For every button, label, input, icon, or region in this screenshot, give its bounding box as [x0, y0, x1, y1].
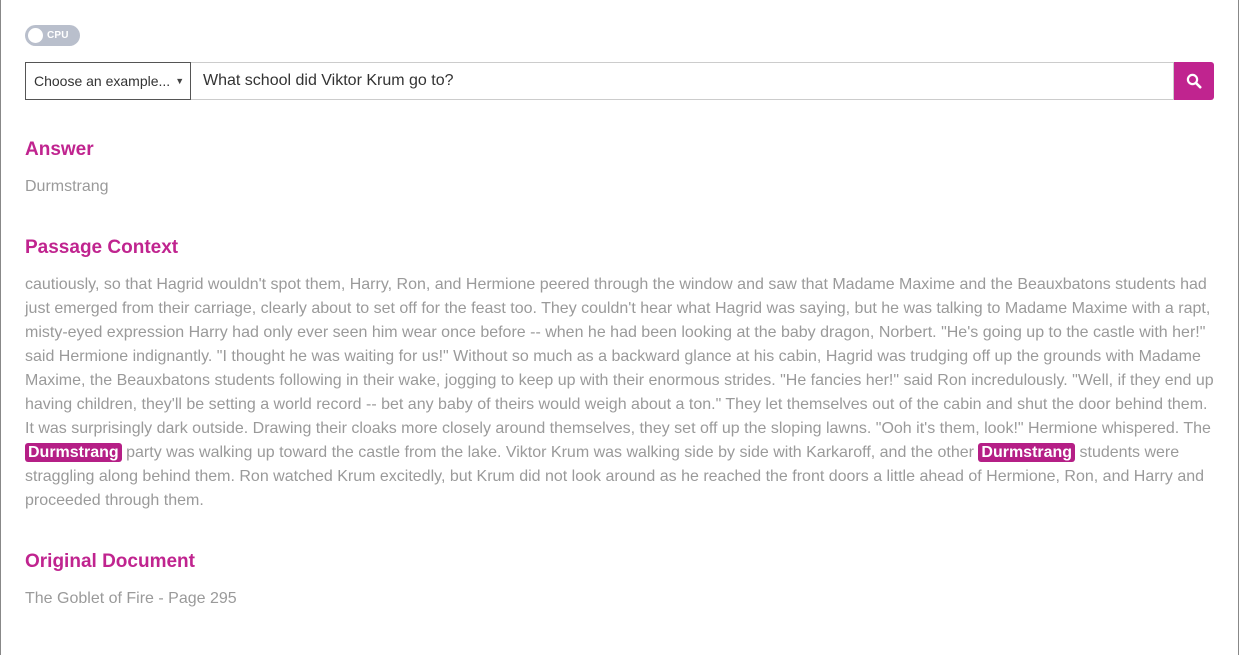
- question-input[interactable]: [191, 62, 1174, 100]
- caret-down-icon: ▼: [175, 76, 185, 86]
- window-left-border: [0, 0, 1, 655]
- passage-segment: cautiously, so that Hagrid wouldn't spot…: [25, 276, 1214, 437]
- search-button[interactable]: [1174, 62, 1214, 100]
- example-dropdown-label: Choose an example...: [34, 73, 171, 89]
- passage-segment: party was walking up toward the castle f…: [121, 444, 979, 461]
- answer-heading: Answer: [25, 139, 94, 160]
- answer-highlight: Durmstrang: [25, 443, 122, 462]
- document-text: The Goblet of Fire - Page 295: [25, 590, 237, 607]
- document-heading: Original Document: [25, 551, 195, 572]
- toggle-knob: [28, 28, 43, 43]
- example-dropdown[interactable]: Choose an example... ▼: [25, 62, 191, 100]
- answer-highlight: Durmstrang: [978, 443, 1076, 462]
- answer-text: Durmstrang: [25, 178, 109, 195]
- toggle-label: CPU: [47, 30, 69, 41]
- search-bar: Choose an example... ▼: [25, 62, 1214, 100]
- passage-text: cautiously, so that Hagrid wouldn't spot…: [25, 273, 1217, 513]
- cpu-toggle[interactable]: CPU: [25, 25, 80, 46]
- window-right-border: [1238, 0, 1239, 655]
- passage-heading: Passage Context: [25, 237, 179, 258]
- search-icon: [1186, 73, 1202, 89]
